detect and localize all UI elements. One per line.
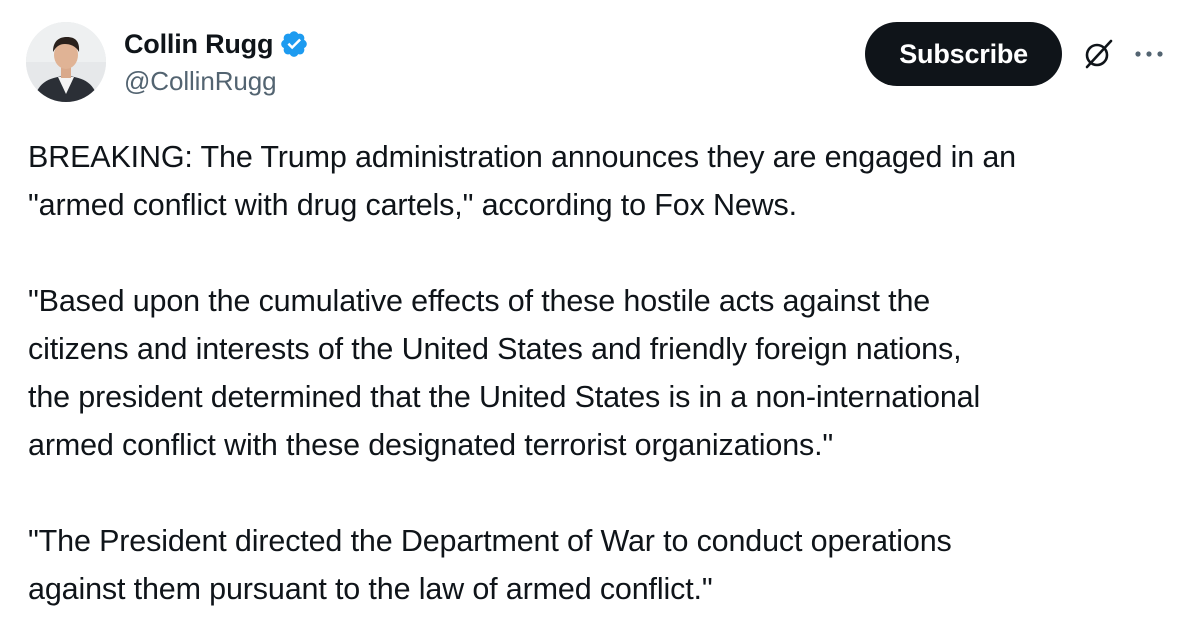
more-dots-icon[interactable]: [1132, 37, 1166, 71]
subscribe-button[interactable]: Subscribe: [865, 22, 1062, 86]
tweet-paragraph: BREAKING: The Trump administration annou…: [28, 140, 1016, 222]
avatar[interactable]: [26, 22, 106, 102]
header-actions: Subscribe: [865, 22, 1166, 86]
verified-badge-icon[interactable]: [279, 29, 309, 59]
tweet: Collin Rugg @CollinRugg Subscribe BREAKI…: [0, 0, 1188, 626]
tweet-text: BREAKING: The Trump administration annou…: [28, 133, 1168, 613]
tweet-header: Collin Rugg @CollinRugg Subscribe: [26, 22, 1166, 104]
tweet-paragraph: "Based upon the cumulative effects of th…: [28, 284, 981, 462]
display-name[interactable]: Collin Rugg: [124, 29, 273, 60]
avatar-photo: [26, 22, 106, 102]
tweet-paragraph: "The President directed the Department o…: [28, 524, 952, 606]
grok-icon[interactable]: [1080, 35, 1118, 73]
display-name-row: Collin Rugg: [124, 26, 309, 62]
author-handle[interactable]: @CollinRugg: [124, 66, 309, 97]
author-names: Collin Rugg @CollinRugg: [124, 26, 309, 97]
